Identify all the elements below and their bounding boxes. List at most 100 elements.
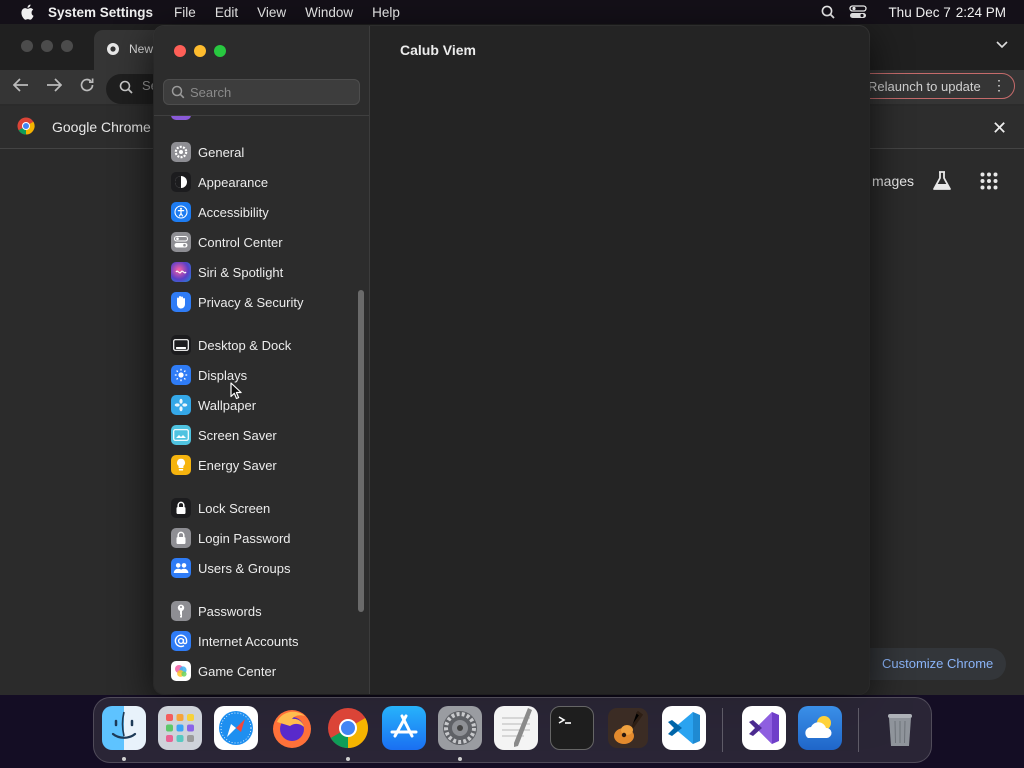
chrome-tab-title: New [129,42,154,56]
sidebar-item-login-password[interactable]: Login Password [162,524,357,552]
window-minimize-button[interactable] [194,45,206,57]
google-apps-icon[interactable] [980,172,998,190]
app-store-icon[interactable] [382,706,426,750]
sidebar-item-desktop-dock[interactable]: Desktop & Dock [162,331,357,359]
sidebar-item-label: Passwords [198,603,262,619]
mouse-pointer-icon [230,382,242,400]
sidebar-item-appearance[interactable]: Appearance [162,168,357,196]
sidebar-item-label: General [198,144,245,160]
chrome-logo-icon [17,117,35,135]
chrome-running-indicator [346,757,350,761]
sidebar-item-passwords[interactable]: Passwords [162,597,357,625]
at-icon [171,631,191,651]
infobar-close-icon[interactable]: ✕ [992,118,1007,139]
sidebar-item-label: Lock Screen [198,500,271,516]
sidebar-item-label: Displays [198,367,248,383]
window-close-button[interactable] [174,45,186,57]
menu-window[interactable]: Window [305,5,353,20]
trash-icon[interactable] [878,706,922,750]
visual-studio-icon[interactable] [742,706,786,750]
safari-icon[interactable] [214,706,258,750]
menu-edit[interactable]: Edit [215,5,238,20]
sidebar-item-general[interactable]: General [162,138,357,166]
sidebar-item-displays[interactable]: Displays [162,361,357,389]
images-link[interactable]: mages [872,173,914,189]
sidebar-item-wallpaper[interactable]: Wallpaper [162,391,357,419]
search-input[interactable] [190,83,350,101]
sidebar-list: General Appearance Accessibility Control… [154,116,369,694]
sidebar-item-siri-spotlight[interactable]: Siri & Spotlight [162,258,357,286]
finder-icon[interactable] [102,706,146,750]
weather-icon[interactable] [798,706,842,750]
sidebar-item-energy-saver[interactable]: Energy Saver [162,451,357,479]
sidebar-item-privacy-security[interactable]: Privacy & Security [162,288,357,316]
sidebar-item-label: Siri & Spotlight [198,264,284,280]
firefox-icon[interactable] [270,706,314,750]
screensaver-icon [171,425,191,445]
users-icon [171,558,191,578]
labs-flask-icon[interactable] [931,170,953,192]
sidebar-item-accessibility[interactable]: Accessibility [162,198,357,226]
settings-search-field[interactable] [163,79,360,105]
chrome-tab-favicon-icon [107,43,119,55]
chrome-minimize-button[interactable] [41,40,53,52]
chrome-zoom-button[interactable] [61,40,73,52]
menu-bar: System Settings File Edit View Window He… [0,0,1024,24]
sidebar-item-screen-saver[interactable]: Screen Saver [162,421,357,449]
reload-icon[interactable] [79,77,95,93]
hand-icon [171,292,191,312]
sidebar-item-label: Internet Accounts [198,633,299,649]
textedit-icon[interactable] [494,706,538,750]
sun-icon [171,365,191,385]
customize-chrome-button[interactable]: Customize Chrome [852,648,1006,680]
spotlight-search-icon[interactable] [821,5,836,19]
sidebar-item-game-center[interactable]: Game Center [162,657,357,685]
sidebar-item-users-groups[interactable]: Users & Groups [162,554,357,582]
back-arrow-icon[interactable] [13,78,29,92]
sidebar-item-label: Screen Saver [198,427,277,443]
apple-menu-icon[interactable] [20,4,34,20]
sidebar-item-label: Accessibility [198,204,269,220]
window-zoom-button[interactable] [214,45,226,57]
chrome-menu-icon[interactable]: ⋮ [992,77,1006,94]
sidebar-item-label: Desktop & Dock [198,337,292,353]
search-icon [171,85,185,99]
flower-icon [171,395,191,415]
tab-search-chevron-icon[interactable] [996,41,1008,49]
sidebar-item-label: Wallpaper [198,397,257,413]
menu-help[interactable]: Help [372,5,400,20]
gear-icon [171,142,191,162]
appearance-icon [171,172,191,192]
menu-file[interactable]: File [174,5,196,20]
scrolled-item-icon [171,116,191,120]
infobar-message: Google Chrome i [52,119,158,135]
launchpad-icon[interactable] [158,706,202,750]
dock-icon [171,335,191,355]
garageband-icon[interactable] [606,706,650,750]
dock [93,697,932,763]
settings-sidebar: General Appearance Accessibility Control… [154,26,370,694]
dock-separator [858,708,859,752]
terminal-icon[interactable] [550,706,594,750]
sidebar-scrollbar[interactable] [358,290,364,612]
omnibox-search-icon [119,80,133,94]
system-settings-icon[interactable] [438,706,482,750]
chrome-icon[interactable] [326,706,370,750]
chrome-close-button[interactable] [21,40,33,52]
vscode-icon[interactable] [662,706,706,750]
siri-icon [171,262,191,282]
sidebar-item-control-center[interactable]: Control Center [162,228,357,256]
menubar-clock[interactable]: Thu Dec 7 2:24 PM [883,5,1006,20]
clock-time: 2:24 PM [955,4,1006,20]
page-title: Calub Viem [400,42,476,58]
key-icon [171,601,191,621]
relaunch-to-update-button[interactable]: Relaunch to update ⋮ [852,73,1015,99]
app-menu[interactable]: System Settings [48,5,153,20]
sidebar-item-label: Login Password [198,530,291,546]
sidebar-item-lock-screen[interactable]: Lock Screen [162,494,357,522]
forward-arrow-icon[interactable] [46,78,62,92]
sidebar-item-label: Game Center [198,663,277,679]
control-center-icon[interactable] [849,5,868,19]
menu-view[interactable]: View [257,5,286,20]
sidebar-item-internet-accounts[interactable]: Internet Accounts [162,627,357,655]
